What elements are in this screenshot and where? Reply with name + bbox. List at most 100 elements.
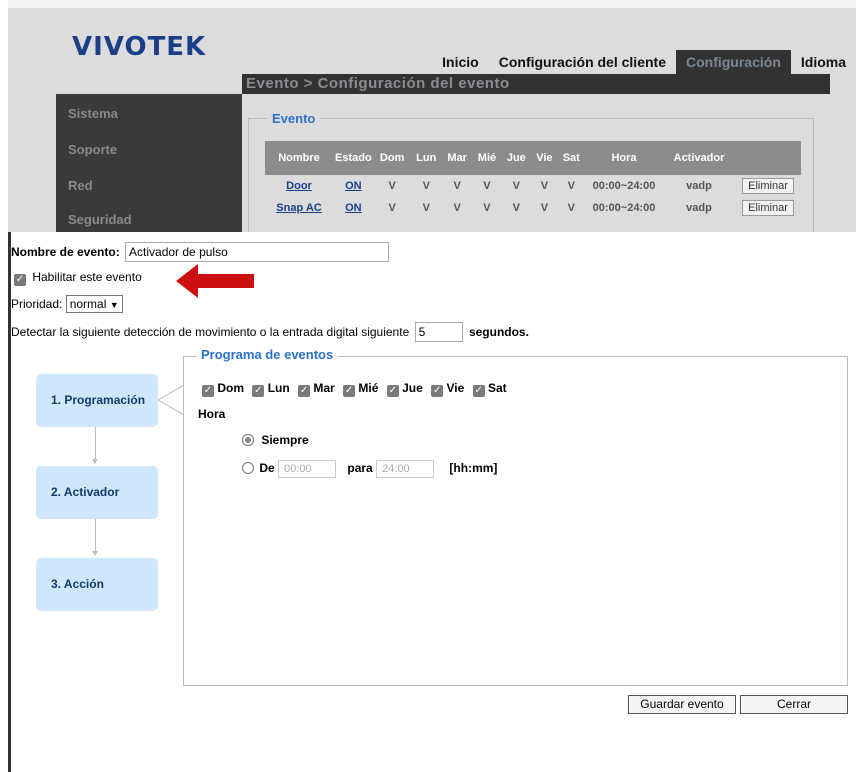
- day-cell: V: [453, 202, 461, 214]
- range-row: De 00:00 para 24:00 [hh:mm]: [242, 460, 497, 478]
- checkbox-checked-icon[interactable]: ✓: [431, 385, 444, 397]
- radio-range[interactable]: [242, 462, 254, 475]
- detect-unit: segundos.: [468, 325, 529, 339]
- delete-button[interactable]: Eliminar: [742, 178, 794, 194]
- vivotek-logo: VIVOTEK: [72, 32, 207, 62]
- day-cell: V: [540, 202, 549, 214]
- top-navigation: Inicio Configuración del cliente Configu…: [432, 50, 856, 74]
- left-strip: [0, 0, 8, 772]
- checkbox-checked-icon[interactable]: ✓: [252, 385, 265, 397]
- col-mar: Mar: [441, 141, 473, 175]
- sidebar-item-soporte[interactable]: Soporte: [68, 142, 117, 157]
- day-cell: V: [388, 180, 396, 192]
- time-format-hint: [hh:mm]: [449, 461, 498, 476]
- day-dom: Dom: [217, 381, 245, 395]
- to-time-input[interactable]: 24:00: [376, 460, 435, 478]
- radio-always[interactable]: [242, 434, 254, 446]
- day-cell: V: [567, 202, 575, 214]
- from-time-input[interactable]: 00:00: [278, 460, 337, 478]
- day-cell: V: [422, 202, 430, 214]
- always-row: Siempre: [242, 433, 309, 447]
- checkbox-checked-icon[interactable]: ✓: [14, 274, 26, 286]
- event-name-label: Nombre de evento:: [11, 245, 120, 259]
- sidebar-item-red[interactable]: Red: [68, 178, 93, 193]
- priority-select[interactable]: normal ▼: [65, 295, 123, 313]
- checkbox-checked-icon[interactable]: ✓: [298, 385, 311, 397]
- event-status-door[interactable]: ON: [345, 180, 362, 192]
- always-label: Siempre: [261, 433, 309, 447]
- event-section-legend: Evento: [267, 111, 321, 126]
- close-button[interactable]: Cerrar: [740, 695, 848, 714]
- col-actions: [735, 141, 801, 175]
- event-schedule-section: Programa de eventos ✓ Dom ✓ Lun ✓ Mar ✓ …: [183, 347, 848, 686]
- detect-seconds-input[interactable]: [414, 322, 463, 342]
- detect-label: Detectar la siguiente detección de movim…: [11, 325, 410, 339]
- day-cell: V: [483, 202, 491, 214]
- event-settings-dialog: Nombre de evento: ✓ Habilitar este event…: [8, 232, 856, 772]
- sidebar: Sistema Soporte Red Seguridad: [56, 94, 242, 240]
- event-link-snap-ac[interactable]: Snap AC: [276, 202, 321, 214]
- trigger-cell: vadp: [686, 180, 712, 192]
- detect-delay-row: Detectar la siguiente detección de movim…: [11, 322, 529, 342]
- event-name-input[interactable]: [125, 242, 390, 262]
- col-activador: Activador: [663, 141, 735, 175]
- checkbox-checked-icon[interactable]: ✓: [472, 385, 485, 397]
- red-arrow-left-icon: [176, 264, 254, 298]
- col-mie: Mié: [472, 141, 502, 175]
- priority-value: normal: [69, 297, 107, 311]
- checkbox-checked-icon[interactable]: ✓: [343, 385, 356, 397]
- day-vie: Vie: [446, 381, 465, 395]
- events-table: Nombre Estado Dom Lun Mar Mié Jue Vie Sa…: [265, 141, 801, 219]
- day-mar: Mar: [313, 381, 335, 395]
- enable-event-label: Habilitar este evento: [32, 270, 142, 284]
- nav-configuracion[interactable]: Configuración: [675, 50, 791, 74]
- checkbox-checked-icon[interactable]: ✓: [386, 385, 399, 397]
- nav-idioma[interactable]: Idioma: [791, 50, 856, 74]
- step-programacion[interactable]: 1. Programación: [36, 374, 158, 427]
- time-cell: 00:00~24:00: [592, 202, 656, 214]
- day-cell: V: [422, 180, 430, 192]
- checkbox-checked-icon[interactable]: ✓: [202, 385, 214, 397]
- day-cell: V: [512, 180, 520, 192]
- trigger-cell: vadp: [686, 202, 712, 214]
- hora-label: Hora: [198, 407, 226, 421]
- event-link-door[interactable]: Door: [286, 180, 312, 192]
- event-list-section: Evento Nombre Estado Dom Lun Mar Mié Jue…: [248, 111, 814, 240]
- page-title: Evento > Configuración del evento: [242, 74, 830, 94]
- enable-event-row: ✓ Habilitar este evento: [14, 270, 142, 286]
- day-cell: V: [388, 202, 396, 214]
- event-status-snap-ac[interactable]: ON: [345, 202, 362, 214]
- arrow-down-icon: [92, 459, 98, 464]
- flow-connector: [95, 427, 96, 459]
- flow-connector: [95, 519, 96, 551]
- day-jue: Jue: [402, 381, 423, 395]
- col-sat: Sat: [557, 141, 585, 175]
- col-hora: Hora: [585, 141, 663, 175]
- nav-configuracion-cliente[interactable]: Configuración del cliente: [489, 50, 676, 74]
- priority-label: Prioridad:: [11, 297, 63, 311]
- col-estado: Estado: [333, 141, 374, 175]
- col-vie: Vie: [531, 141, 558, 175]
- delete-button[interactable]: Eliminar: [742, 200, 794, 216]
- table-row: Door ON V V V V V V V 00:00~24:00 vadp E…: [265, 175, 801, 197]
- col-dom: Dom: [373, 141, 411, 175]
- schedule-legend: Programa de eventos: [196, 347, 339, 362]
- step-connector-icon: [158, 384, 184, 416]
- day-cell: V: [512, 202, 520, 214]
- day-cell: V: [483, 180, 491, 192]
- step-activador[interactable]: 2. Activador: [36, 466, 158, 519]
- days-row: ✓ Dom ✓ Lun ✓ Mar ✓ Mié ✓ Jue ✓ Vie ✓ Sa…: [202, 381, 512, 397]
- nav-inicio[interactable]: Inicio: [432, 50, 489, 74]
- arrow-down-icon: [92, 551, 98, 556]
- day-sat: Sat: [487, 381, 507, 395]
- save-event-button[interactable]: Guardar evento: [628, 695, 736, 714]
- sidebar-item-sistema[interactable]: Sistema: [68, 106, 118, 121]
- col-jue: Jue: [501, 141, 532, 175]
- step-accion[interactable]: 3. Acción: [36, 558, 158, 611]
- day-lun: Lun: [267, 381, 290, 395]
- from-label: De: [259, 461, 275, 476]
- day-cell: V: [567, 180, 575, 192]
- event-name-row: Nombre de evento:: [11, 242, 390, 262]
- sidebar-item-seguridad[interactable]: Seguridad: [68, 212, 132, 227]
- day-mie: Mié: [358, 381, 379, 395]
